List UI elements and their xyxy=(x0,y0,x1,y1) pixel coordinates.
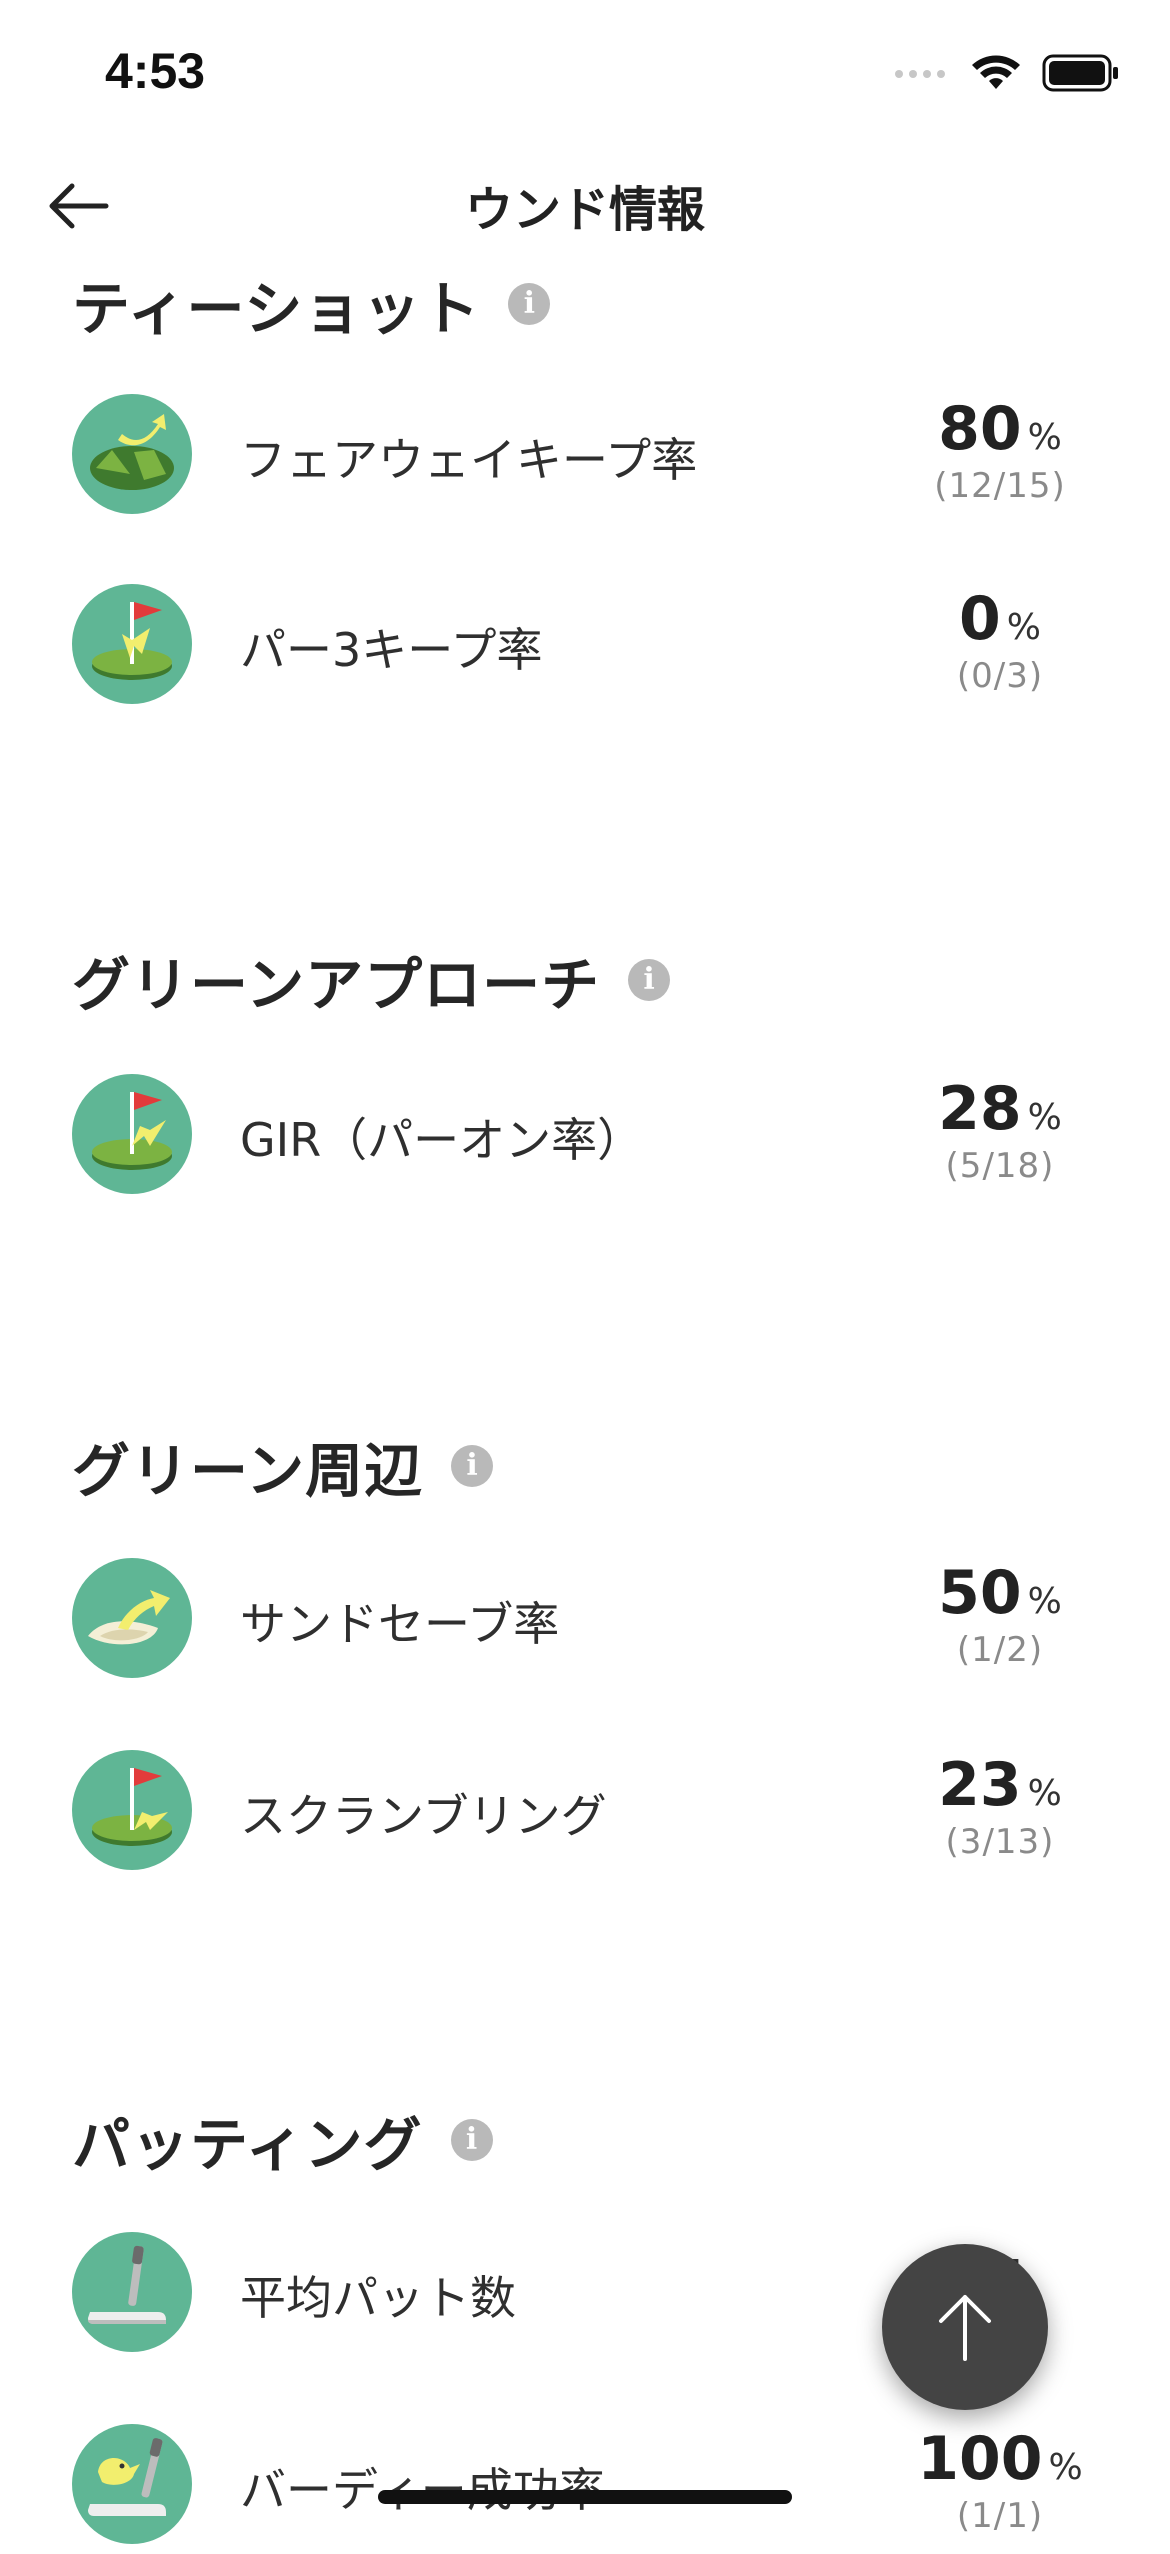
stat-detail: (1/2) xyxy=(956,1630,1044,1670)
stat-unit: % xyxy=(1048,2447,1083,2488)
info-icon[interactable]: i xyxy=(508,283,551,325)
info-icon[interactable]: i xyxy=(628,959,671,1001)
info-icon[interactable]: i xyxy=(451,1445,494,1487)
stat-label: GIR（パーオン率） xyxy=(240,1113,644,1167)
page-title: ウンド情報 xyxy=(464,182,705,238)
stat-label: バーディー成功率 xyxy=(240,2454,605,2520)
stat-unit: % xyxy=(1006,607,1041,648)
home-indicator[interactable] xyxy=(378,2490,792,2504)
stat-unit: % xyxy=(1027,1773,1062,1814)
stat-number: 100 xyxy=(917,2424,1043,2494)
stat-detail: (3/13) xyxy=(945,1822,1055,1862)
stat-label: サンドセーブ率 xyxy=(240,1597,560,1651)
stat-value: 0% (0/3) xyxy=(900,584,1100,696)
arrow-up-icon xyxy=(939,2295,991,2361)
stat-value: 80% (12/15) xyxy=(900,394,1100,506)
stat-number: 80 xyxy=(938,394,1022,464)
stat-row-par3-keep[interactable]: パー3キープ率 0% (0/3) xyxy=(0,584,1170,714)
stat-value: 23% (3/13) xyxy=(900,1750,1100,1862)
stat-detail: (12/15) xyxy=(934,466,1066,506)
par3-keep-icon xyxy=(72,584,192,704)
stat-row-scrambling[interactable]: スクランブリング 23% (3/13) xyxy=(0,1750,1170,1880)
stat-detail: (1/1) xyxy=(956,2496,1044,2536)
stat-label: フェアウェイキープ率 xyxy=(240,433,698,487)
stat-unit: % xyxy=(1027,1097,1062,1138)
stat-row-sand-save[interactable]: サンドセーブ率 50% (1/2) xyxy=(0,1558,1170,1688)
stat-detail: (5/18) xyxy=(945,1146,1055,1186)
putter-icon xyxy=(72,2232,192,2352)
stat-number: 23 xyxy=(938,1750,1022,1820)
stat-label: 平均パット数 xyxy=(240,2271,516,2325)
stat-value: 100% (1/1) xyxy=(900,2424,1100,2536)
section-title: グリーン周辺 xyxy=(72,1437,424,1505)
section-header-green-approach: グリーンアプローチ i xyxy=(72,938,671,1022)
stat-value: 50% (1/2) xyxy=(900,1558,1100,1670)
stat-label: スクランブリング xyxy=(240,1789,607,1843)
fairway-keep-icon xyxy=(72,394,192,514)
stat-row-gir[interactable]: GIR（パーオン率） 28% (5/18) xyxy=(0,1074,1170,1204)
battery-icon xyxy=(1042,54,1120,96)
wifi-icon xyxy=(970,53,1022,97)
sand-save-icon xyxy=(72,1558,192,1678)
section-header-around-green: グリーン周辺 i xyxy=(72,1424,494,1508)
section-header-putting: パッティング i xyxy=(72,2098,493,2182)
green-in-regulation-icon xyxy=(72,1074,192,1194)
stat-number: 28 xyxy=(938,1074,1022,1144)
stat-value: 28% (5/18) xyxy=(900,1074,1100,1186)
status-icons xyxy=(894,50,1120,100)
stat-unit: % xyxy=(1027,417,1062,458)
nav-bar: ウンド情報 xyxy=(0,150,1170,260)
section-title: グリーンアプローチ xyxy=(72,951,601,1019)
stat-number: 0 xyxy=(959,584,1001,654)
section-title: ティーショット xyxy=(72,275,481,343)
section-header-tee-shot: ティーショット i xyxy=(72,262,551,346)
stat-row-fairway-keep[interactable]: フェアウェイキープ率 80% (12/15) xyxy=(0,394,1170,524)
stat-unit: % xyxy=(1027,1581,1062,1622)
stat-label: パー3キープ率 xyxy=(240,623,543,677)
signal-icon xyxy=(894,66,950,85)
scroll-to-top-button[interactable] xyxy=(882,2244,1048,2410)
section-title: パッティング xyxy=(72,2111,423,2179)
stat-number: 50 xyxy=(938,1558,1022,1628)
stat-row-birdie-success[interactable]: バーディー成功率 100% (1/1) xyxy=(0,2424,1170,2554)
stat-detail: (0/3) xyxy=(956,656,1044,696)
scrambling-icon xyxy=(72,1750,192,1870)
info-icon[interactable]: i xyxy=(450,2119,493,2161)
status-time: 4:53 xyxy=(105,43,206,99)
status-bar: 4:53 xyxy=(0,0,1170,150)
birdie-putter-icon xyxy=(72,2424,192,2544)
